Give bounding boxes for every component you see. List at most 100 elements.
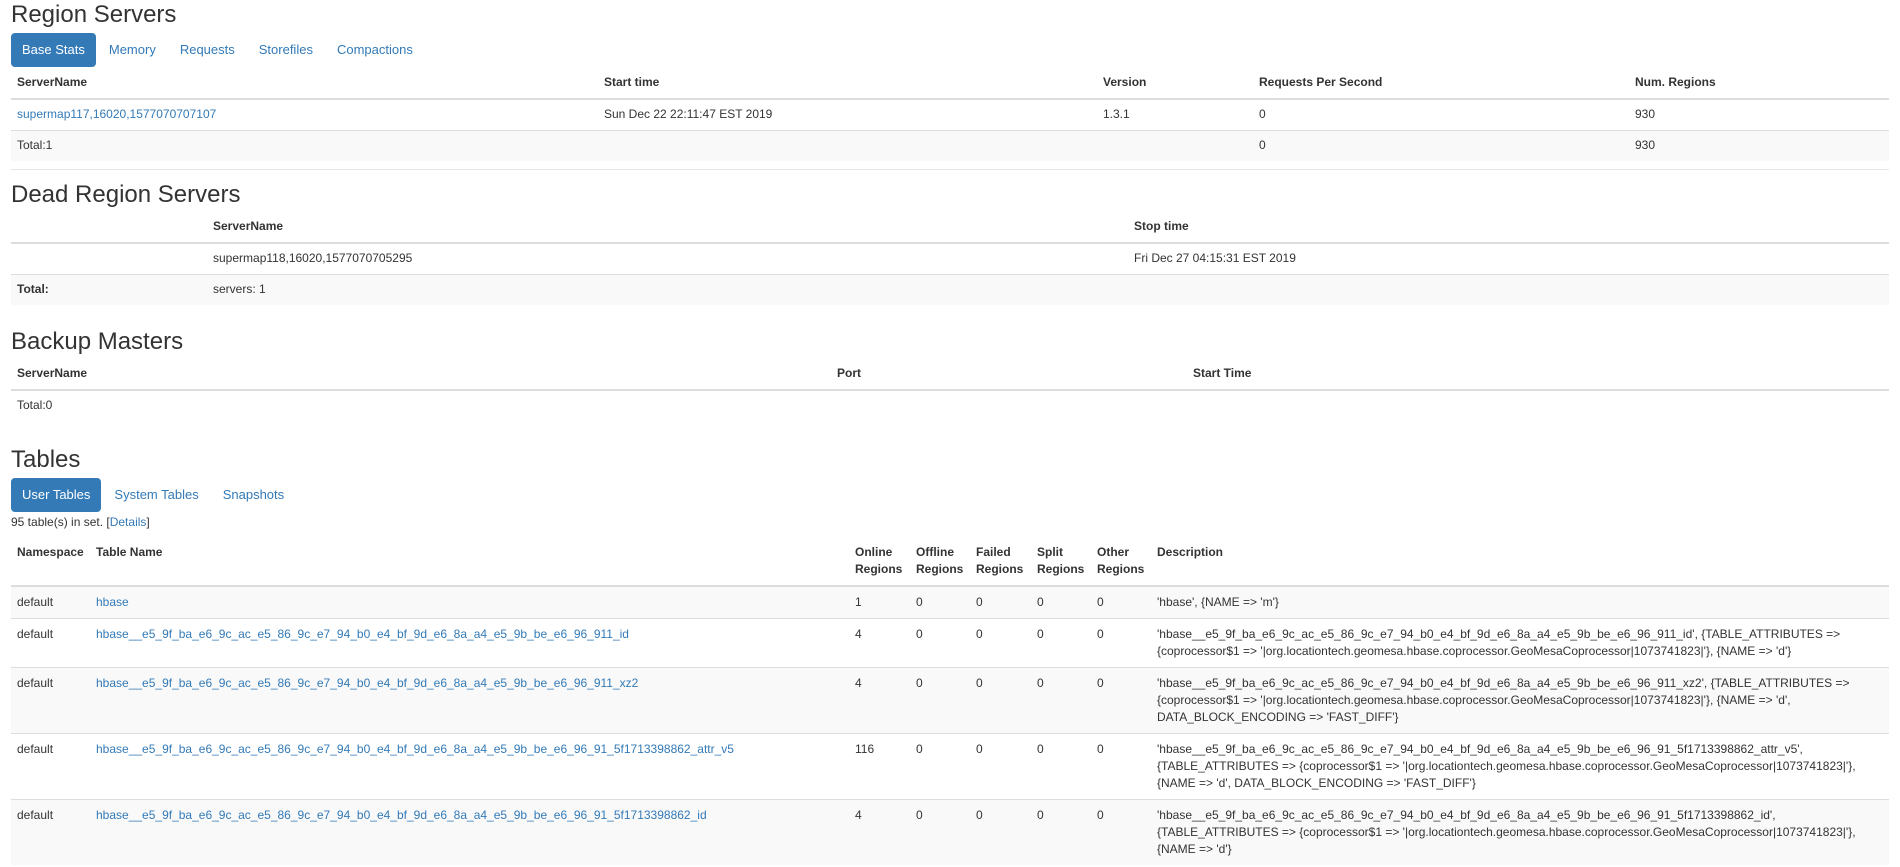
col-header-num-regions: Num. Regions bbox=[1629, 68, 1889, 100]
failed-regions-cell: 0 bbox=[970, 618, 1031, 668]
offline-regions-cell: 0 bbox=[910, 618, 970, 668]
col-header-other-regions: Other Regions bbox=[1091, 537, 1151, 587]
tables-section: Tables User Tables System Tables Snapsho… bbox=[11, 445, 1889, 865]
description-cell: 'hbase__e5_9f_ba_e6_9c_ac_e5_86_9c_e7_94… bbox=[1151, 799, 1889, 865]
user-tables-table: Namespace Table Name Online Regions Offl… bbox=[11, 537, 1889, 865]
table-row: supermap118,16020,1577070705295 Fri Dec … bbox=[11, 242, 1889, 275]
online-regions-cell: 4 bbox=[849, 618, 910, 668]
backup-masters-heading: Backup Masters bbox=[11, 328, 184, 355]
col-header-description: Description bbox=[1151, 537, 1889, 587]
other-regions-cell: 0 bbox=[1091, 585, 1151, 619]
failed-regions-cell: 0 bbox=[970, 799, 1031, 865]
col-header-port: Port bbox=[831, 359, 1187, 391]
offline-regions-cell: 0 bbox=[910, 733, 970, 800]
offline-regions-cell: 0 bbox=[910, 799, 970, 865]
table-row: default hbase__e5_9f_ba_e6_9c_ac_e5_86_9… bbox=[11, 799, 1889, 865]
split-regions-cell: 0 bbox=[1031, 585, 1091, 619]
col-header-table-name: Table Name bbox=[90, 537, 849, 587]
hbase-master-status-page: Region Servers Base Stats Memory Request… bbox=[0, 0, 1900, 865]
split-regions-cell: 0 bbox=[1031, 618, 1091, 668]
col-header-offline-regions: Offline Regions bbox=[910, 537, 970, 587]
divider bbox=[11, 169, 1889, 170]
table-name-link[interactable]: hbase__e5_9f_ba_e6_9c_ac_e5_86_9c_e7_94_… bbox=[96, 742, 734, 756]
other-regions-cell: 0 bbox=[1091, 733, 1151, 800]
col-header-namespace: Namespace bbox=[11, 537, 90, 587]
total-row: Total:1 0 930 bbox=[11, 130, 1889, 161]
online-regions-cell: 1 bbox=[849, 585, 910, 619]
description-cell: 'hbase__e5_9f_ba_e6_9c_ac_e5_86_9c_e7_94… bbox=[1151, 733, 1889, 800]
col-header-servername: ServerName bbox=[207, 212, 1128, 244]
online-regions-cell: 4 bbox=[849, 799, 910, 865]
dead-region-servers-section: Dead Region Servers ServerName Stop time… bbox=[11, 180, 1889, 305]
table-name-link[interactable]: hbase__e5_9f_ba_e6_9c_ac_e5_86_9c_e7_94_… bbox=[96, 676, 638, 690]
namespace-cell: default bbox=[11, 799, 90, 865]
namespace-cell: default bbox=[11, 733, 90, 800]
region-server-link[interactable]: supermap117,16020,1577070707107 bbox=[17, 107, 216, 121]
offline-regions-cell: 0 bbox=[910, 585, 970, 619]
description-cell: 'hbase', {NAME => 'm'} bbox=[1151, 585, 1889, 619]
col-header-requests-per-second: Requests Per Second bbox=[1253, 68, 1629, 100]
col-header-split-regions: Split Regions bbox=[1031, 537, 1091, 587]
tab-memory[interactable]: Memory bbox=[98, 33, 167, 67]
col-header-version: Version bbox=[1097, 68, 1253, 100]
region-servers-table: ServerName Start time Version Requests P… bbox=[11, 68, 1889, 161]
col-header-start-time: Start Time bbox=[1187, 359, 1889, 391]
total-row: Total: servers: 1 bbox=[11, 274, 1889, 305]
col-header-online-regions: Online Regions bbox=[849, 537, 910, 587]
tab-user-tables[interactable]: User Tables bbox=[11, 478, 102, 512]
start-time-value: Sun Dec 22 22:11:47 EST 2019 bbox=[598, 98, 1097, 131]
table-count-line: 95 table(s) in set. [Details] bbox=[11, 513, 1889, 531]
tab-base-stats[interactable]: Base Stats bbox=[11, 33, 96, 67]
total-label: Total:1 bbox=[11, 130, 598, 161]
split-regions-cell: 0 bbox=[1031, 733, 1091, 800]
total-regions: 930 bbox=[1629, 130, 1889, 161]
failed-regions-cell: 0 bbox=[970, 585, 1031, 619]
total-row: Total:0 bbox=[11, 389, 1889, 421]
total-servers-value: servers: 1 bbox=[207, 274, 1128, 305]
backup-masters-section: Backup Masters ServerName Port Start Tim… bbox=[11, 327, 1889, 421]
dead-server-name: supermap118,16020,1577070705295 bbox=[207, 242, 1128, 275]
col-header-start-time: Start time bbox=[598, 68, 1097, 100]
tab-system-tables[interactable]: System Tables bbox=[103, 478, 209, 512]
tab-storefiles[interactable]: Storefiles bbox=[248, 33, 324, 67]
dead-region-servers-table: ServerName Stop time supermap118,16020,1… bbox=[11, 212, 1889, 305]
online-regions-cell: 4 bbox=[849, 667, 910, 734]
total-rps: 0 bbox=[1253, 130, 1629, 161]
other-regions-cell: 0 bbox=[1091, 667, 1151, 734]
namespace-cell: default bbox=[11, 585, 90, 619]
description-cell: 'hbase__e5_9f_ba_e6_9c_ac_e5_86_9c_e7_94… bbox=[1151, 618, 1889, 668]
other-regions-cell: 0 bbox=[1091, 618, 1151, 668]
failed-regions-cell: 0 bbox=[970, 667, 1031, 734]
table-row: default hbase__e5_9f_ba_e6_9c_ac_e5_86_9… bbox=[11, 733, 1889, 800]
offline-regions-cell: 0 bbox=[910, 667, 970, 734]
other-regions-cell: 0 bbox=[1091, 799, 1151, 865]
col-header-empty bbox=[11, 212, 207, 244]
table-count-suffix: ] bbox=[146, 515, 150, 529]
region-servers-tabs: Base Stats Memory Requests Storefiles Co… bbox=[11, 33, 1889, 67]
table-row: default hbase__e5_9f_ba_e6_9c_ac_e5_86_9… bbox=[11, 618, 1889, 668]
rps-value: 0 bbox=[1253, 98, 1629, 131]
table-row: default hbase__e5_9f_ba_e6_9c_ac_e5_86_9… bbox=[11, 667, 1889, 734]
table-name-link[interactable]: hbase__e5_9f_ba_e6_9c_ac_e5_86_9c_e7_94_… bbox=[96, 808, 707, 822]
tab-snapshots[interactable]: Snapshots bbox=[212, 478, 295, 512]
version-value: 1.3.1 bbox=[1097, 98, 1253, 131]
table-row: default hbase 1 0 0 0 0 'hbase', {NAME =… bbox=[11, 585, 1889, 619]
total-label: Total: bbox=[11, 274, 207, 305]
tab-compactions[interactable]: Compactions bbox=[326, 33, 424, 67]
table-count-text: 95 table(s) in set. [ bbox=[11, 515, 110, 529]
table-name-link[interactable]: hbase__e5_9f_ba_e6_9c_ac_e5_86_9c_e7_94_… bbox=[96, 627, 629, 641]
table-name-link[interactable]: hbase bbox=[96, 595, 129, 609]
dead-region-servers-heading: Dead Region Servers bbox=[11, 181, 241, 208]
namespace-cell: default bbox=[11, 618, 90, 668]
split-regions-cell: 0 bbox=[1031, 667, 1091, 734]
details-link[interactable]: Details bbox=[110, 515, 147, 529]
col-header-servername: ServerName bbox=[11, 68, 598, 100]
table-row: supermap117,16020,1577070707107 Sun Dec … bbox=[11, 98, 1889, 131]
description-cell: 'hbase__e5_9f_ba_e6_9c_ac_e5_86_9c_e7_94… bbox=[1151, 667, 1889, 734]
tables-heading: Tables bbox=[11, 446, 81, 473]
stop-time-value: Fri Dec 27 04:15:31 EST 2019 bbox=[1128, 242, 1889, 275]
tab-requests[interactable]: Requests bbox=[169, 33, 246, 67]
split-regions-cell: 0 bbox=[1031, 799, 1091, 865]
col-header-failed-regions: Failed Regions bbox=[970, 537, 1031, 587]
online-regions-cell: 116 bbox=[849, 733, 910, 800]
